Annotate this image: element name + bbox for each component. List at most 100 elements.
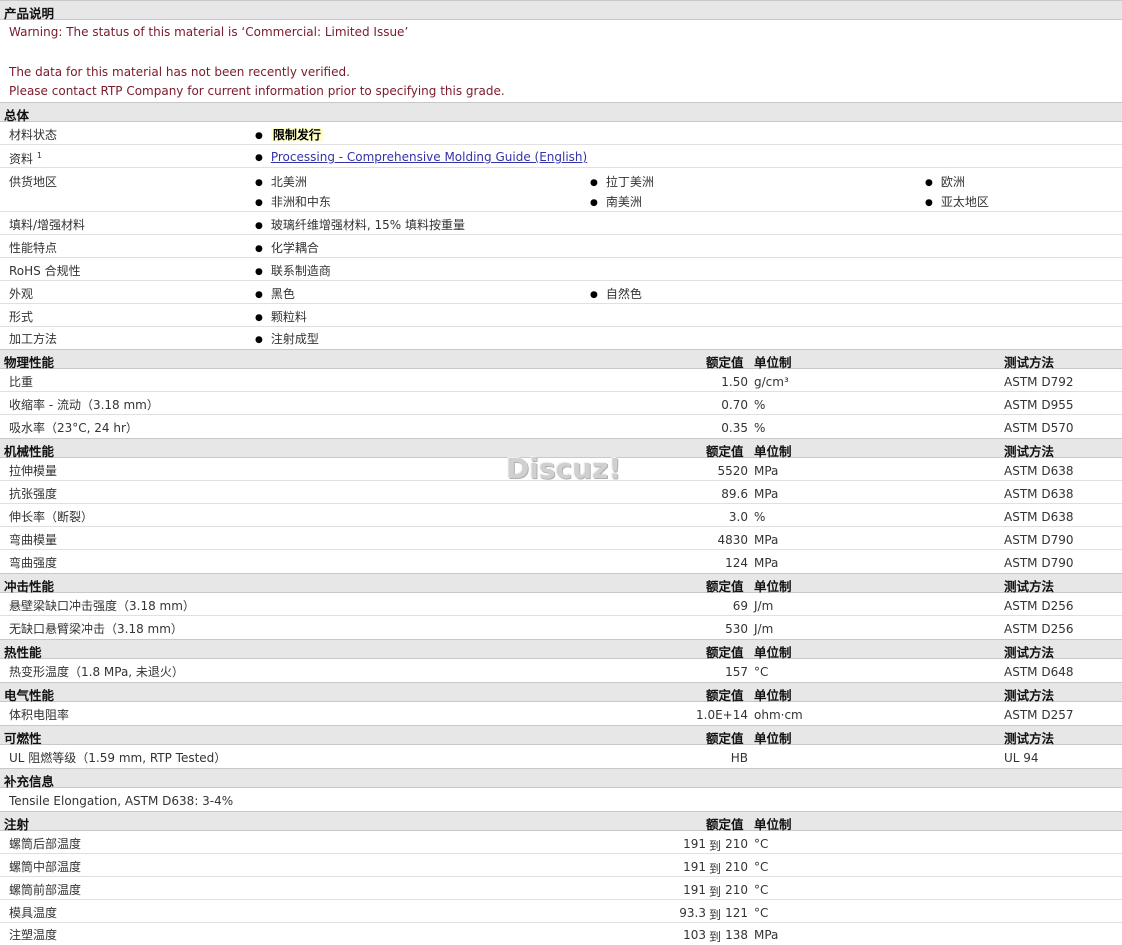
- property-label: UL 阻燃等级（1.59 mm, RTP Tested）: [9, 751, 227, 765]
- range-end: 210: [725, 837, 748, 851]
- property-row: 吸水率（23°C, 24 hr） 0.35 % ASTM D570: [0, 415, 1122, 438]
- test-method: ASTM D638: [1004, 510, 1074, 524]
- general-docs-row: 资料 1 Processing - Comprehensive Molding …: [0, 145, 1122, 168]
- supply-item: 拉丁美洲: [590, 173, 654, 190]
- property-unit: °C: [754, 665, 769, 679]
- test-method: ASTM D790: [1004, 556, 1074, 570]
- property-label: 拉伸模量: [9, 464, 58, 478]
- property-unit: MPa: [754, 487, 779, 501]
- field-label: RoHS 合规性: [9, 264, 81, 278]
- process-value: 注射成型: [255, 330, 319, 347]
- general-feature-row: 性能特点 化学耦合: [0, 235, 1122, 258]
- property-unit: %: [754, 421, 766, 435]
- range-end: 210: [725, 860, 748, 874]
- property-row: UL 阻燃等级（1.59 mm, RTP Tested） HB UL 94: [0, 745, 1122, 768]
- test-method: ASTM D955: [1004, 398, 1074, 412]
- property-row: 体积电阻率 1.0E+14 ohm·cm ASTM D257: [0, 702, 1122, 725]
- property-row: 悬壁梁缺口冲击强度（3.18 mm） 69 J/m ASTM D256: [0, 593, 1122, 616]
- property-value: 89.6: [721, 487, 748, 501]
- field-label: 性能特点: [9, 241, 58, 255]
- property-value: 3.0: [728, 510, 748, 524]
- general-rohs-row: RoHS 合规性 联系制造商: [0, 258, 1122, 281]
- range-to-word: 到: [709, 862, 722, 876]
- property-label: 无缺口悬臂梁冲击（3.18 mm）: [9, 622, 183, 636]
- general-status-row: 材料状态 限制发行: [0, 122, 1122, 145]
- property-label: 模具温度: [9, 906, 58, 920]
- property-label: 比重: [9, 375, 34, 389]
- section-product-header: 产品说明: [0, 0, 1122, 21]
- property-label: 体积电阻率: [9, 708, 70, 722]
- property-unit: °C: [754, 837, 769, 851]
- property-value: 69: [732, 599, 748, 613]
- property-label: 悬壁梁缺口冲击强度（3.18 mm）: [9, 599, 195, 613]
- property-label: 伸长率（断裂）: [9, 510, 94, 524]
- feature-value: 化学耦合: [255, 239, 319, 256]
- property-value: 0.35: [721, 421, 748, 435]
- property-unit: ohm·cm: [754, 708, 803, 722]
- property-value: 5520: [717, 464, 748, 478]
- property-row: 比重 1.50 g/cm³ ASTM D792: [0, 369, 1122, 392]
- molding-guide-link[interactable]: Processing - Comprehensive Molding Guide…: [271, 150, 587, 164]
- field-label: 资料 1: [9, 151, 42, 166]
- property-value: 530: [725, 622, 748, 636]
- property-label: 弯曲模量: [9, 533, 58, 547]
- supply-item: 南美洲: [590, 193, 642, 210]
- field-label: 填料/增强材料: [9, 218, 86, 232]
- property-unit: MPa: [754, 556, 779, 570]
- general-appearance-row: 外观 黑色 自然色: [0, 281, 1122, 304]
- section-electrical-header: 电气性能 额定值 单位制 测试方法: [0, 682, 1122, 703]
- range-from: 191: [683, 860, 706, 874]
- range-end: 121: [725, 906, 748, 920]
- property-label: 螺筒后部温度: [9, 837, 82, 851]
- section-flammability-header: 可燃性 额定值 单位制 测试方法: [0, 725, 1122, 746]
- property-unit: MPa: [754, 928, 779, 942]
- injection-row: 螺筒中部温度 191 到 210 °C: [0, 854, 1122, 877]
- range-from: 103: [683, 928, 706, 942]
- range-to-word: 到: [709, 885, 722, 899]
- section-supplement-header: 补充信息: [0, 768, 1122, 789]
- property-unit: %: [754, 398, 766, 412]
- property-label: 热变形温度（1.8 MPa, 未退火）: [9, 665, 184, 679]
- rohs-value: 联系制造商: [255, 262, 331, 279]
- property-row: 弯曲模量 4830 MPa ASTM D790: [0, 527, 1122, 550]
- test-method: ASTM D257: [1004, 708, 1074, 722]
- range-from: 191: [683, 837, 706, 851]
- section-injection-header: 注射 额定值 单位制: [0, 811, 1122, 832]
- footnote-marker: 1: [36, 151, 42, 160]
- range-end: 210: [725, 883, 748, 897]
- section-thermal-header: 热性能 额定值 单位制 测试方法: [0, 639, 1122, 660]
- property-value: 0.70: [721, 398, 748, 412]
- section-physical-header: 物理性能 额定值 单位制 测试方法: [0, 349, 1122, 370]
- property-unit: °C: [754, 906, 769, 920]
- property-row: 伸长率（断裂） 3.0 % ASTM D638: [0, 504, 1122, 527]
- range-from: 93.3: [679, 906, 706, 920]
- test-method: ASTM D256: [1004, 622, 1074, 636]
- range-to-word: 到: [709, 930, 722, 944]
- appearance-item: 黑色: [255, 285, 295, 302]
- property-unit: °C: [754, 883, 769, 897]
- test-method: ASTM D638: [1004, 487, 1074, 501]
- property-label: 螺筒中部温度: [9, 860, 82, 874]
- property-value: HB: [730, 751, 748, 765]
- property-label: 注塑温度: [9, 928, 58, 942]
- property-value: 157: [725, 665, 748, 679]
- property-label: 抗张强度: [9, 487, 58, 501]
- discuz-watermark: Discuz!: [506, 452, 622, 485]
- property-row: 弯曲强度 124 MPa ASTM D790: [0, 550, 1122, 573]
- unverified-note: The data for this material has not been …: [9, 65, 350, 79]
- property-unit: J/m: [754, 599, 774, 613]
- test-method: UL 94: [1004, 751, 1039, 765]
- supply-item: 欧洲: [925, 173, 965, 190]
- property-value: 124: [725, 556, 748, 570]
- property-label: 收缩率 - 流动（3.18 mm）: [9, 398, 159, 412]
- general-process-row: 加工方法 注射成型: [0, 327, 1122, 349]
- appearance-item: 自然色: [590, 285, 642, 302]
- field-label: 材料状态: [9, 128, 58, 142]
- filler-value: 玻璃纤维增强材料, 15% 填料按重量: [255, 216, 465, 233]
- status-badge: 限制发行: [270, 128, 323, 142]
- property-row: 收缩率 - 流动（3.18 mm） 0.70 % ASTM D955: [0, 392, 1122, 415]
- supply-item: 非洲和中东: [255, 193, 331, 210]
- contact-note: Please contact RTP Company for current i…: [9, 84, 505, 98]
- property-value: 1.0E+14: [696, 708, 748, 722]
- property-unit: MPa: [754, 464, 779, 478]
